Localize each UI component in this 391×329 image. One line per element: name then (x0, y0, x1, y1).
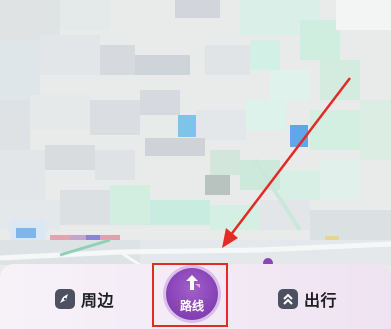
nav-travel-label: 出行 (304, 291, 338, 310)
nav-travel[interactable]: 出行 (278, 286, 337, 312)
nav-nearby-label: 周边 (81, 291, 115, 310)
compass-icon (55, 289, 75, 309)
highlight-box (152, 263, 228, 327)
double-chevron-up-icon (278, 289, 298, 309)
nav-nearby[interactable]: 周边 (55, 286, 114, 312)
